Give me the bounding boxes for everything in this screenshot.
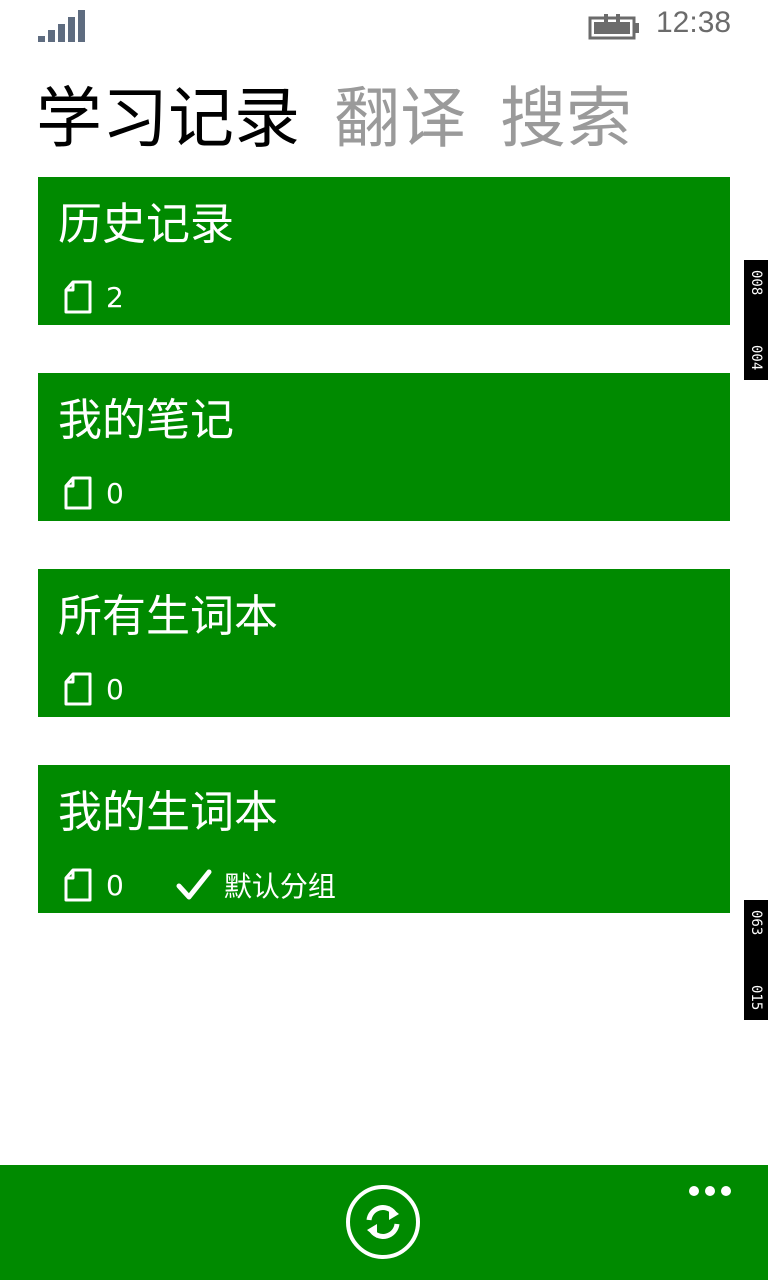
side-tag: 008 004 [744,260,768,380]
item-count: 0 [106,476,124,510]
tile-meta: 0 默认分组 [64,865,336,905]
tile-my-notes[interactable]: 我的笔记 0 [38,373,730,521]
item-count: 0 [106,868,124,902]
tile-title: 历史记录 [58,199,234,250]
tile-history[interactable]: 历史记录 2 [38,177,730,325]
side-tag-text: 063 [748,910,764,936]
tile-meta: 2 [64,277,124,317]
status-bar: 12:38 [0,0,768,56]
clock: 12:38 [656,6,732,39]
document-icon [64,672,92,706]
item-count: 0 [106,672,124,706]
more-icon[interactable] [688,1185,732,1197]
tab-translate[interactable]: 翻译 [334,80,466,157]
side-tag: 063 015 [744,900,768,1020]
default-group-label: 默认分组 [223,870,336,903]
tile-my-wordbook[interactable]: 我的生词本 0 默认分组 [38,765,730,913]
app-bar [0,1165,768,1280]
document-icon [64,280,92,314]
tab-study-records[interactable]: 学习记录 [36,80,300,157]
tile-all-wordbooks[interactable]: 所有生词本 0 [38,569,730,717]
side-tag-text: 008 [748,270,764,296]
tile-meta: 0 [64,669,124,709]
pivot-header: 学习记录 翻译 搜索 [36,74,666,164]
tile-title: 我的生词本 [58,787,278,838]
document-icon [64,868,92,902]
side-tag-text: 015 [748,984,764,1010]
tile-title: 我的笔记 [58,395,234,446]
refresh-icon[interactable] [345,1184,421,1260]
checkmark-icon [176,869,212,900]
item-count: 2 [106,280,124,314]
tile-title: 所有生词本 [58,591,278,642]
tile-meta: 0 [64,473,124,513]
signal-icon [38,10,85,42]
tab-search[interactable]: 搜索 [500,80,632,157]
side-tag-text: 004 [748,344,764,370]
battery-charging-icon [588,14,639,40]
document-icon [64,476,92,510]
